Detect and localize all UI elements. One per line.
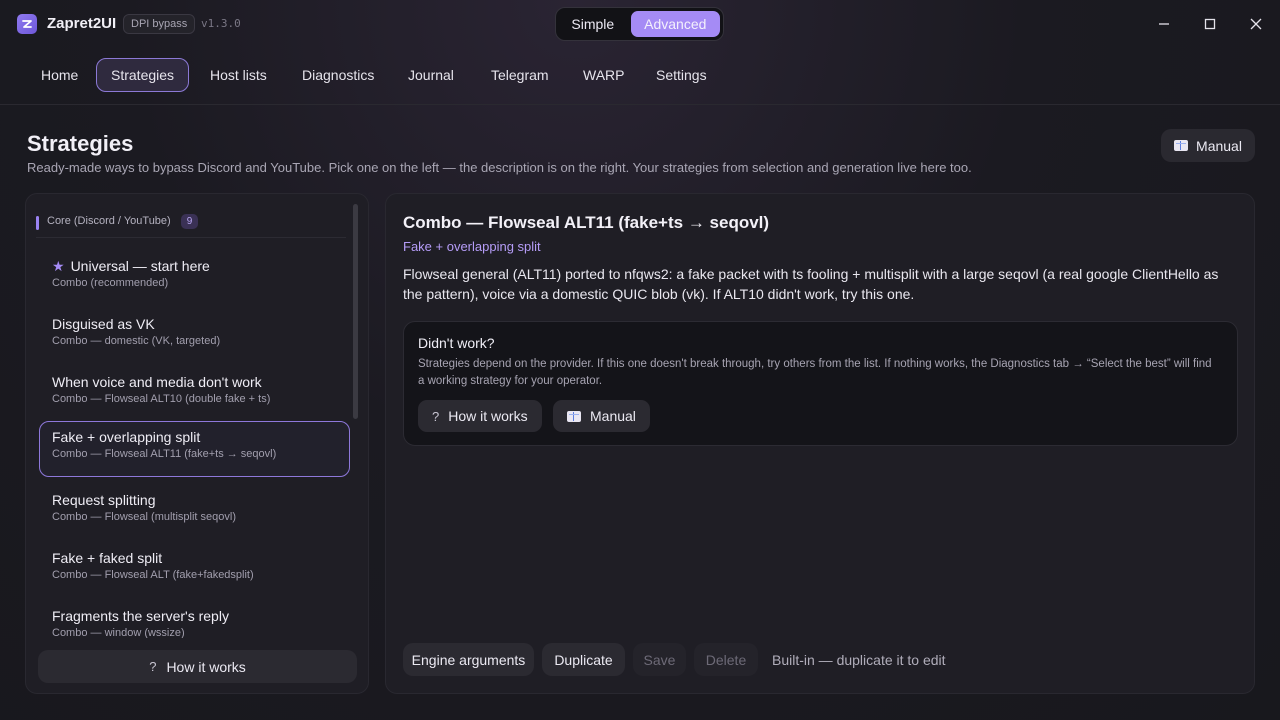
help-card-text: Strategies depend on the provider. If th…: [418, 358, 1212, 387]
app-name: Zapret2UI: [47, 15, 117, 32]
strategy-item-subtitle: Combo — domestic (VK, targeted): [52, 335, 221, 347]
maximize-icon[interactable]: [1200, 14, 1220, 34]
strategy-item-subtitle: Combo — Flowseal (multisplit seqovl): [52, 511, 236, 523]
book-icon: [567, 410, 581, 422]
save-button[interactable]: Save: [633, 643, 686, 676]
manual-button[interactable]: Manual: [1161, 129, 1255, 162]
help-card-title: Didn't work?: [418, 335, 495, 351]
mode-simple-button[interactable]: Simple: [559, 11, 627, 37]
main-nav: Home Strategies Host lists Diagnostics J…: [0, 58, 1280, 94]
strategy-item-title: When voice and media don't work: [52, 374, 262, 390]
strategy-detail-panel: Combo — Flowseal ALT11 (fake+ts → seqovl…: [385, 193, 1255, 694]
page-title: Strategies: [27, 131, 134, 156]
strategy-item-vk[interactable]: Disguised as VK Combo — domestic (VK, ta…: [39, 308, 350, 364]
strategy-item-universal[interactable]: ★ Universal — start here Combo (recommend…: [39, 250, 350, 306]
mode-advanced-button[interactable]: Advanced: [630, 11, 720, 37]
strategy-item-subtitle: Combo — Flowseal ALT11 (fake+ts → seqovl…: [52, 448, 277, 460]
strategy-item-title: ★ Universal — start here: [52, 258, 210, 274]
strategy-list: ★ Universal — start here Combo (recommend…: [39, 250, 350, 638]
strategy-item-request-splitting[interactable]: Request splitting Combo — Flowseal (mult…: [39, 484, 350, 540]
strategy-item-fake-faked-split[interactable]: Fake + faked split Combo — Flowseal ALT …: [39, 542, 350, 598]
strategy-list-panel: Core (Discord / YouTube) 9 ★ Universal — …: [25, 193, 369, 694]
strategy-detail-description: Flowseal general (ALT11) ported to nfqws…: [403, 266, 1219, 302]
app-logo-icon: [17, 14, 37, 34]
delete-button[interactable]: Delete: [694, 643, 758, 676]
close-icon[interactable]: [1246, 14, 1266, 34]
manual-button-label: Manual: [1196, 137, 1242, 154]
strategy-item-title: Disguised as VK: [52, 316, 155, 332]
nav-diagnostics[interactable]: Diagnostics: [287, 58, 389, 92]
nav-warp[interactable]: WARP: [568, 58, 639, 92]
nav-host-lists[interactable]: Host lists: [195, 58, 282, 92]
engine-arguments-button[interactable]: Engine arguments: [403, 643, 534, 676]
nav-journal[interactable]: Journal: [393, 58, 469, 92]
nav-settings[interactable]: Settings: [641, 58, 722, 92]
help-manual-label: Manual: [590, 408, 636, 424]
title-bar: Zapret2UI DPI bypass v1.3.0 Simple Advan…: [0, 0, 1280, 48]
strategy-item-fake-overlapping[interactable]: Fake + overlapping split Combo — Flowsea…: [39, 421, 350, 477]
strategy-detail-title: Combo — Flowseal ALT11 (fake+ts → seqovl…: [403, 213, 770, 232]
strategy-group-count: 9: [181, 214, 198, 229]
strategy-group-title: Core (Discord / YouTube): [47, 215, 171, 227]
strategy-item-voice-media[interactable]: When voice and media don't work Combo — …: [39, 366, 350, 422]
didnt-work-card: Didn't work? Strategies depend on the pr…: [403, 321, 1238, 446]
minimize-icon[interactable]: [1154, 14, 1174, 34]
nav-telegram[interactable]: Telegram: [476, 58, 564, 92]
question-icon: ?: [149, 659, 157, 674]
strategy-item-title: Request splitting: [52, 492, 156, 508]
strategy-detail-subtitle: Fake + overlapping split: [403, 239, 541, 254]
nav-divider: [0, 104, 1280, 105]
builtin-note: Built-in — duplicate it to edit: [772, 652, 946, 668]
strategy-item-title: Fake + overlapping split: [52, 429, 201, 445]
duplicate-button[interactable]: Duplicate: [542, 643, 625, 676]
nav-strategies[interactable]: Strategies: [96, 58, 190, 92]
question-icon: ?: [432, 408, 440, 424]
strategy-item-title: Fragments the server's reply: [52, 608, 229, 624]
how-it-works-button[interactable]: ? How it works: [38, 650, 357, 683]
how-it-works-label: How it works: [166, 658, 246, 675]
strategy-item-subtitle: Combo — Flowseal ALT10 (double fake + ts…: [52, 393, 271, 405]
star-icon: ★: [52, 258, 65, 274]
app-badge: DPI bypass: [123, 14, 196, 34]
group-accent-bar: [36, 216, 39, 230]
strategy-item-title: Fake + faked split: [52, 550, 163, 566]
mode-toggle: Simple Advanced: [555, 7, 724, 41]
strategy-group-header: Core (Discord / YouTube) 9: [36, 214, 346, 238]
strategy-item-subtitle: Combo — window (wssize): [52, 627, 185, 638]
strategy-item-subtitle: Combo (recommended): [52, 277, 169, 289]
strategy-item-fragments-reply[interactable]: Fragments the server's reply Combo — win…: [39, 600, 350, 638]
page-subtitle: Ready-made ways to bypass Discord and Yo…: [27, 160, 972, 175]
nav-home[interactable]: Home: [26, 58, 93, 92]
app-version: v1.3.0: [201, 17, 241, 30]
book-icon: [1174, 140, 1189, 151]
help-manual-button[interactable]: Manual: [553, 400, 650, 432]
strategy-list-scrollbar[interactable]: [353, 204, 358, 419]
strategy-item-subtitle: Combo — Flowseal ALT (fake+fakedsplit): [52, 569, 254, 581]
help-how-it-works-label: How it works: [448, 408, 528, 424]
help-how-it-works-button[interactable]: ? How it works: [418, 400, 542, 432]
